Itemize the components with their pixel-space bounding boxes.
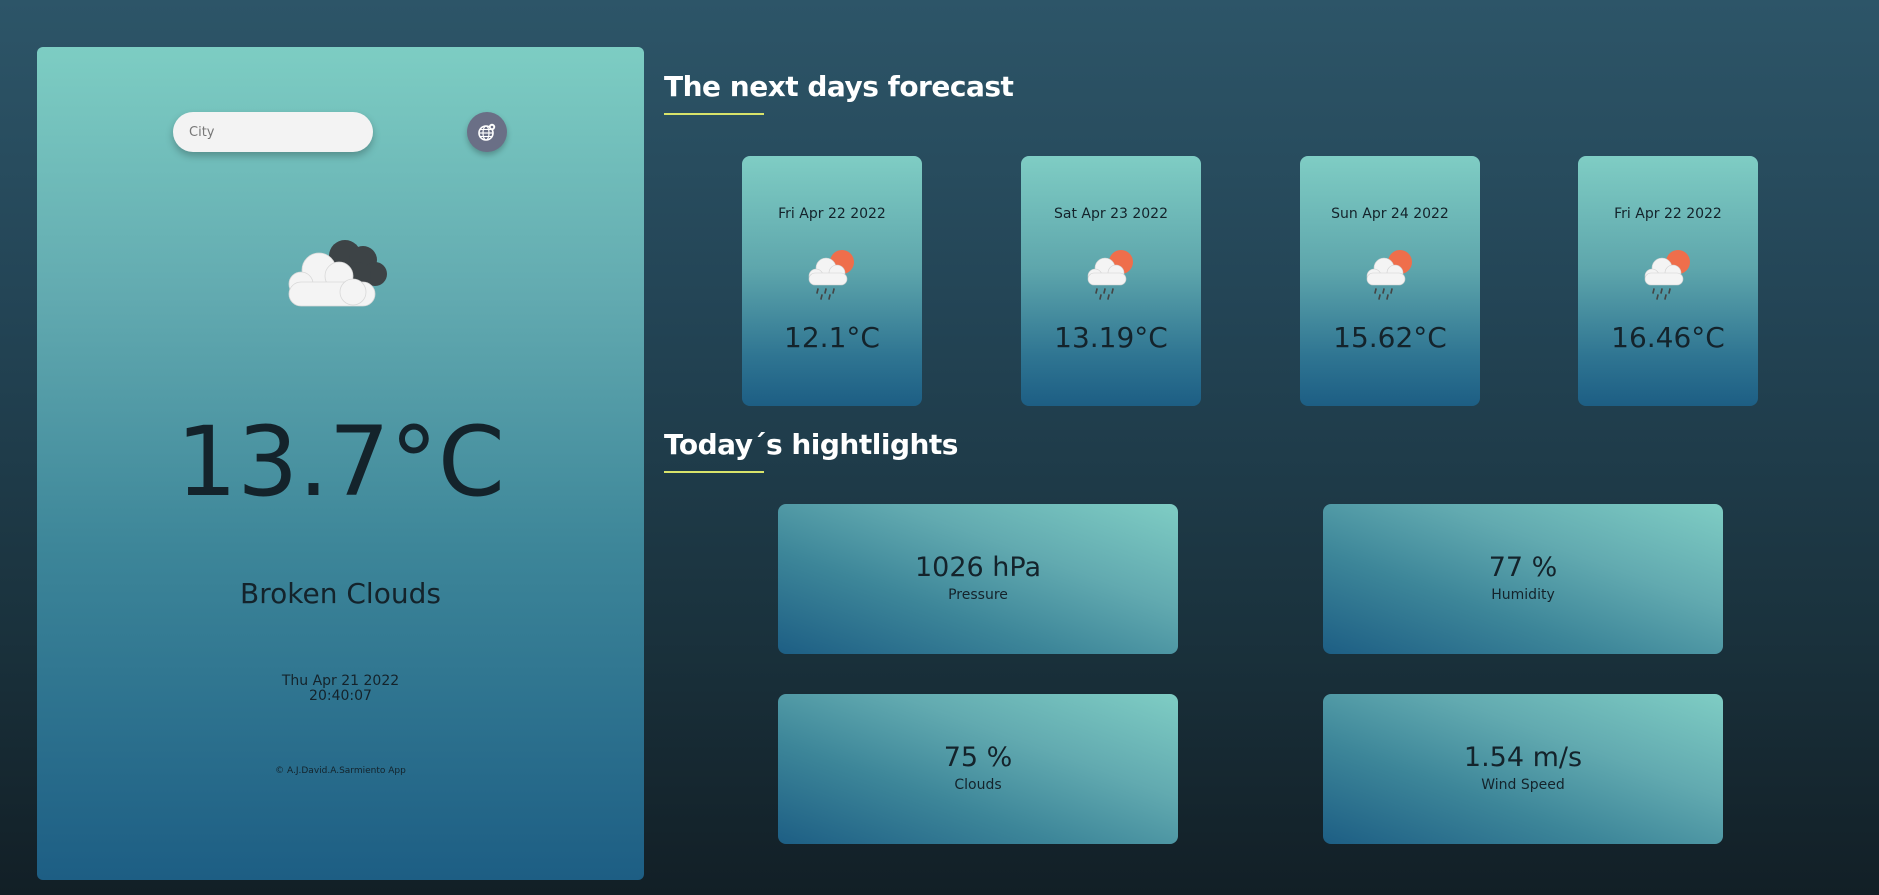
globe-location-icon: [478, 123, 496, 141]
highlight-card-pressure: 1026 hPa Pressure: [778, 504, 1178, 654]
locate-button[interactable]: [467, 112, 507, 152]
rain-sun-icon: [1087, 250, 1133, 300]
pressure-value: 1026 hPa: [914, 552, 1042, 583]
weather-description: Broken Clouds: [240, 577, 441, 610]
highlights-section-title: Today´s hightlights: [664, 428, 958, 461]
current-time: 20:40:07: [309, 688, 372, 704]
forecast-temperature: 15.62°C: [1333, 321, 1447, 354]
rain-sun-icon: [1366, 250, 1412, 300]
highlight-card-wind-speed: 1.54 m/s Wind Speed: [1323, 694, 1723, 844]
forecast-date: Sat Apr 23 2022: [1054, 206, 1168, 222]
forecast-card: Fri Apr 22 2022 12.1°C: [742, 156, 922, 406]
forecast-temperature: 12.1°C: [784, 321, 880, 354]
footer-credit: © A.J.David.A.Sarmiento App: [275, 766, 406, 776]
highlight-card-humidity: 77 % Humidity: [1323, 504, 1723, 654]
forecast-temperature: 16.46°C: [1611, 321, 1725, 354]
humidity-value: 77 %: [1488, 552, 1558, 583]
forecast-date: Sun Apr 24 2022: [1331, 206, 1449, 222]
current-temperature: 13.7°C: [176, 406, 505, 518]
wind-speed-value: 1.54 m/s: [1463, 742, 1583, 773]
forecast-date: Fri Apr 22 2022: [778, 206, 886, 222]
forecast-card: Fri Apr 22 2022 16.46°C: [1578, 156, 1758, 406]
highlights-title-underline: [664, 471, 764, 473]
pressure-label: Pressure: [948, 587, 1008, 603]
rain-sun-icon: [808, 250, 854, 300]
forecast-title-underline: [664, 113, 764, 115]
clouds-value: 75 %: [943, 742, 1013, 773]
highlight-card-clouds: 75 % Clouds: [778, 694, 1178, 844]
current-weather-panel: 13.7°C Broken Clouds Thu Apr 21 2022 20:…: [37, 47, 644, 880]
rain-sun-icon: [1644, 250, 1690, 300]
current-date: Thu Apr 21 2022: [281, 673, 400, 689]
humidity-label: Humidity: [1491, 587, 1555, 603]
wind-speed-label: Wind Speed: [1481, 777, 1565, 793]
forecast-temperature: 13.19°C: [1054, 321, 1168, 354]
broken-clouds-icon: [288, 240, 387, 307]
forecast-card: Sat Apr 23 2022 13.19°C: [1021, 156, 1201, 406]
forecast-date: Fri Apr 22 2022: [1614, 206, 1722, 222]
clouds-label: Clouds: [954, 777, 1002, 793]
city-search-input[interactable]: [173, 112, 373, 152]
forecast-section-title: The next days forecast: [664, 70, 1014, 103]
forecast-card: Sun Apr 24 2022 15.62°C: [1300, 156, 1480, 406]
